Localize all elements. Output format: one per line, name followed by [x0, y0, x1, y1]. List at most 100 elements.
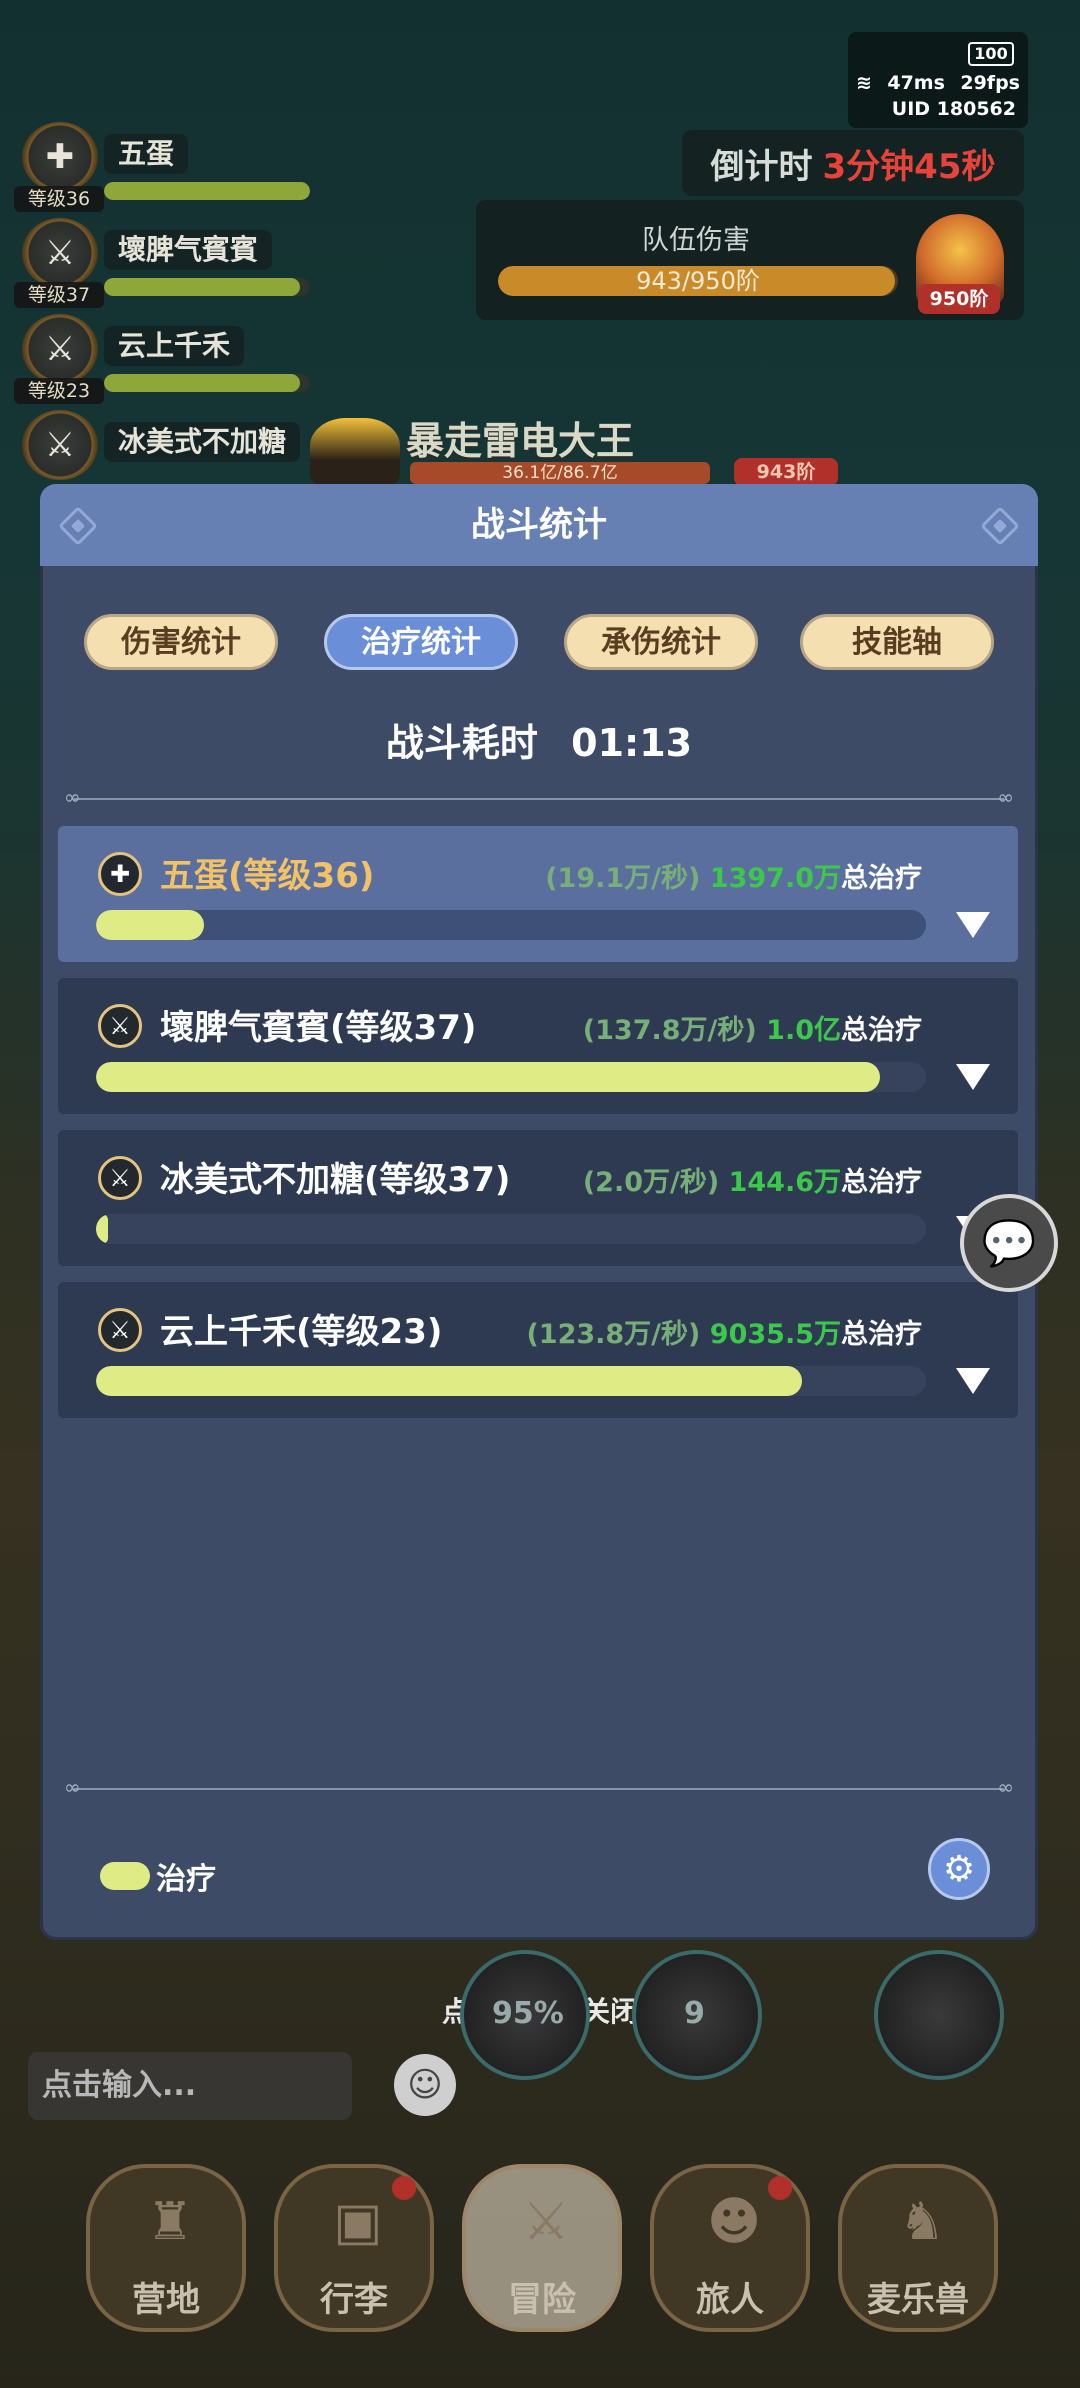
heal-rate: (19.1万/秒) [545, 863, 701, 894]
heal-suffix: 总治疗 [841, 1015, 922, 1046]
battle-duration: 战斗耗时 01:13 [40, 712, 1038, 767]
team-damage-progress: 943/950阶 [636, 267, 760, 295]
divider [64, 1775, 1014, 1799]
expand-down-icon[interactable] [956, 1368, 990, 1394]
row-heal-stats: (2.0万/秒) 144.6万总治疗 [583, 1160, 922, 1199]
nav-traveler[interactable]: ☻ 旅人 [650, 2164, 810, 2332]
modal-header: 战斗统计 [40, 484, 1038, 566]
player-name: 云上千禾 [104, 326, 245, 366]
cross-medal-icon: ✚ [22, 122, 98, 192]
notification-badge [768, 2176, 792, 2200]
heal-total: 9035.5万 [709, 1319, 841, 1350]
tab-skill-timeline[interactable]: 技能轴 [800, 614, 994, 670]
tab-heal-stats[interactable]: 治疗统计 [324, 614, 518, 670]
network-row: ≋ 47ms 29fps [856, 72, 1020, 94]
heal-total: 1397.0万 [709, 863, 841, 894]
player-hp-bar [104, 182, 310, 200]
nav-beast[interactable]: ♞ 麦乐兽 [838, 2164, 998, 2332]
player-level: 等级37 [14, 282, 104, 308]
nav-luggage[interactable]: ▣ 行李 [274, 2164, 434, 2332]
nav-label: 旅人 [696, 2280, 764, 2320]
row-player-name: 云上千禾(等级23) [160, 1312, 443, 1352]
sword-medal-icon: ⚔ [22, 410, 98, 480]
row-player-name: 冰美式不加糖(等级37) [160, 1160, 511, 1200]
player-card[interactable]: ⚔ 等级37 壞脾气賓賓 [14, 218, 314, 310]
heal-bar-fill [96, 1366, 802, 1396]
modal-title: 战斗统计 [471, 505, 607, 545]
sword-medal-icon: ⚔ [22, 218, 98, 288]
beast-icon: ♞ [898, 2192, 946, 2252]
heal-bar-fill [96, 1062, 881, 1092]
player-level: 等级23 [14, 378, 104, 404]
chest-icon: ▣ [333, 2192, 383, 2252]
sword-medal-icon: ⚔ [98, 1308, 142, 1352]
row-heal-stats: (19.1万/秒) 1397.0万总治疗 [545, 856, 922, 895]
tier-tag: 950阶 [918, 284, 1000, 314]
wifi-icon: ≋ [856, 72, 872, 94]
legend-label: 治疗 [156, 1862, 216, 1897]
battle-stats-modal: 战斗统计 伤害统计 治疗统计 承伤统计 技能轴 战斗耗时 01:13 ✚ 五蛋(… [40, 484, 1038, 1940]
player-name: 五蛋 [104, 134, 189, 174]
nav-label: 行李 [320, 2280, 388, 2320]
player-hp-bar [104, 374, 310, 392]
row-heal-stats: (123.8万/秒) 9035.5万总治疗 [526, 1312, 922, 1351]
row-player-name: 壞脾气賓賓(等级37) [160, 1008, 477, 1048]
chat-input[interactable]: 点击输入... [28, 2052, 352, 2120]
heal-bar-fill [96, 910, 204, 940]
gear-icon[interactable]: ⚙ [928, 1838, 990, 1900]
tab-damage-taken-stats[interactable]: 承伤统计 [564, 614, 758, 670]
nav-camp[interactable]: ♜ 营地 [86, 2164, 246, 2332]
heal-suffix: 总治疗 [841, 863, 922, 894]
row-player-name: 五蛋(等级36) [160, 856, 375, 896]
player-card[interactable]: ✚ 等级36 五蛋 [14, 122, 314, 214]
heal-rate: (123.8万/秒) [526, 1319, 701, 1350]
player-hp-fill [104, 182, 310, 200]
fps-text: 29fps [960, 72, 1020, 94]
nav-label: 营地 [132, 2280, 200, 2320]
heal-bar-track [96, 1062, 926, 1092]
player-hp-fill [104, 278, 300, 296]
duration-value: 01:13 [571, 721, 693, 765]
expand-down-icon[interactable] [956, 1064, 990, 1090]
player-name: 冰美式不加糖 [104, 422, 301, 462]
player-card[interactable]: ⚔ 等级23 云上千禾 [14, 314, 314, 406]
cross-medal-icon: ✚ [98, 852, 142, 896]
countdown-value: 3分钟45秒 [822, 146, 996, 187]
heal-rate: (137.8万/秒) [582, 1015, 757, 1046]
crossed-swords-icon: ⚔ [522, 2192, 570, 2252]
skill-slot[interactable] [874, 1950, 1004, 2080]
team-damage-title: 队伍伤害 [642, 225, 750, 256]
heal-bar-track [96, 910, 926, 940]
sword-medal-icon: ⚔ [98, 1156, 142, 1200]
heal-stat-row[interactable]: ⚔ 云上千禾(等级23) (123.8万/秒) 9035.5万总治疗 [58, 1282, 1018, 1418]
heal-rate: (2.0万/秒) [582, 1167, 720, 1198]
chat-bubble-icon[interactable]: 💬 [960, 1194, 1058, 1292]
uid-text: UID 180562 [891, 98, 1016, 120]
heal-stat-row[interactable]: ✚ 五蛋(等级36) (19.1万/秒) 1397.0万总治疗 [58, 826, 1018, 962]
player-level: 等级36 [14, 186, 104, 212]
traveler-icon: ☻ [706, 2192, 762, 2252]
sword-medal-icon: ⚔ [22, 314, 98, 384]
boss-hp: 36.1亿/86.7亿 [410, 462, 710, 484]
boss-name: 暴走雷电大王 [406, 419, 635, 463]
heal-stat-row[interactable]: ⚔ 冰美式不加糖(等级37) (2.0万/秒) 144.6万总治疗 [58, 1130, 1018, 1266]
divider [64, 785, 1014, 809]
duration-label: 战斗耗时 [385, 721, 538, 765]
emoji-icon[interactable]: ☺ [394, 2054, 456, 2116]
expand-down-icon[interactable] [956, 912, 990, 938]
countdown-label: 倒计时 [710, 146, 813, 187]
heal-total: 144.6万 [728, 1167, 841, 1198]
nav-adventure[interactable]: ⚔ 冒险 [462, 2164, 622, 2332]
boss-tier: 943阶 [734, 458, 838, 486]
sword-medal-icon: ⚔ [98, 1004, 142, 1048]
ping-text: 47ms [887, 72, 945, 94]
tab-damage-stats[interactable]: 伤害统计 [84, 614, 278, 670]
heal-stat-row[interactable]: ⚔ 壞脾气賓賓(等级37) (137.8万/秒) 1.0亿总治疗 [58, 978, 1018, 1114]
notification-badge [392, 2176, 416, 2200]
skill-percent: 95% [492, 1996, 564, 2031]
heal-bar-track [96, 1214, 926, 1244]
team-damage-panel: 队伍伤害 943/950阶 950阶 [476, 200, 1024, 320]
nav-label: 冒险 [508, 2280, 576, 2320]
heal-bar-track [96, 1366, 926, 1396]
nav-label: 麦乐兽 [867, 2280, 969, 2320]
